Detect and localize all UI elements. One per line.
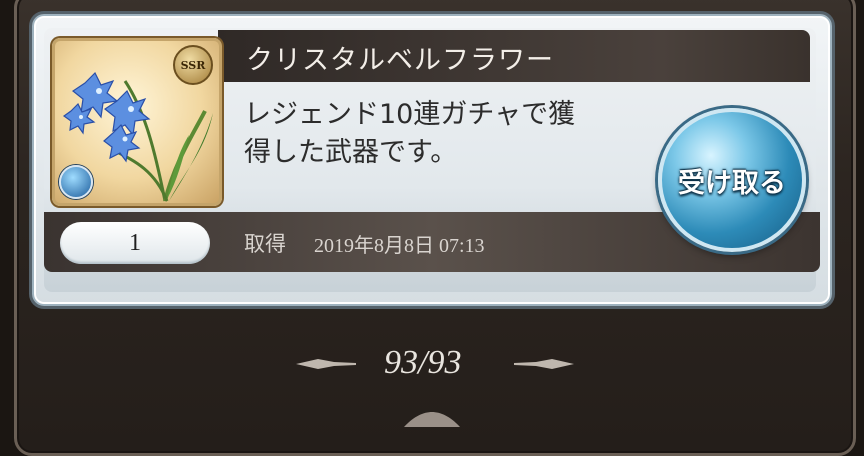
receive-button-label: 受け取る [678,167,786,199]
item-name: クリスタルベルフラワー [246,45,554,76]
quantity-badge: 1 [60,222,210,264]
page-indicator: 93/93 [384,344,462,381]
item-description-line1: レジェンド10連ガチャで獲 [244,99,576,130]
obtained-label: 取得 [244,232,286,256]
receive-button[interactable]: 受け取る [658,108,806,252]
water-element-icon [59,165,93,199]
page-prev-arrow-icon[interactable] [294,356,358,372]
item-description: レジェンド10連ガチャで獲 得した武器です。 [244,96,654,172]
item-description-line2: 得した武器です。 [244,137,458,168]
page-next-arrow-icon[interactable] [512,356,576,372]
item-thumbnail[interactable]: SSR [52,38,222,206]
ssr-rarity-badge: SSR [173,45,213,85]
obtained-date: 2019年8月8日 07:13 [314,235,485,257]
ornament-icon [404,412,460,427]
